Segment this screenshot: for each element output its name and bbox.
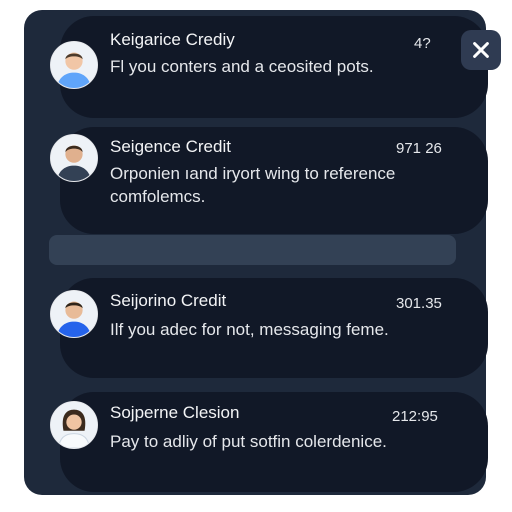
sender-name: Keigarice Crediy — [110, 30, 235, 49]
timestamp: 212:95 — [392, 408, 438, 425]
person-avatar-icon — [51, 402, 97, 448]
notification-panel: Keigarice Crediy 4? Fl you conters and a… — [24, 10, 501, 495]
sender-name: Seigence Credit — [110, 137, 231, 156]
close-icon — [473, 42, 489, 58]
message-preview: Fl you conters and a ceosited pots. — [110, 57, 374, 76]
close-button[interactable] — [461, 30, 501, 70]
person-avatar-icon — [51, 135, 97, 181]
divider-bar — [49, 235, 456, 265]
message-preview: Orponien ıand iryort wing to reference c… — [110, 164, 396, 206]
person-avatar-icon — [51, 42, 97, 88]
message-preview: Pay to adliy of put sotfin colerdenice. — [110, 432, 387, 451]
sender-name: Sojperne Clesion — [110, 403, 240, 422]
timestamp: 4? — [414, 35, 431, 52]
avatar — [50, 134, 98, 182]
person-avatar-icon — [51, 291, 97, 337]
sender-name: Seijorino Credit — [110, 291, 227, 310]
timestamp: 301.35 — [396, 295, 442, 312]
avatar — [50, 41, 98, 89]
timestamp: 971 26 — [396, 140, 442, 157]
avatar — [50, 290, 98, 338]
message-preview: Ilf you adec for not, messaging feme. — [110, 320, 389, 339]
avatar — [50, 401, 98, 449]
